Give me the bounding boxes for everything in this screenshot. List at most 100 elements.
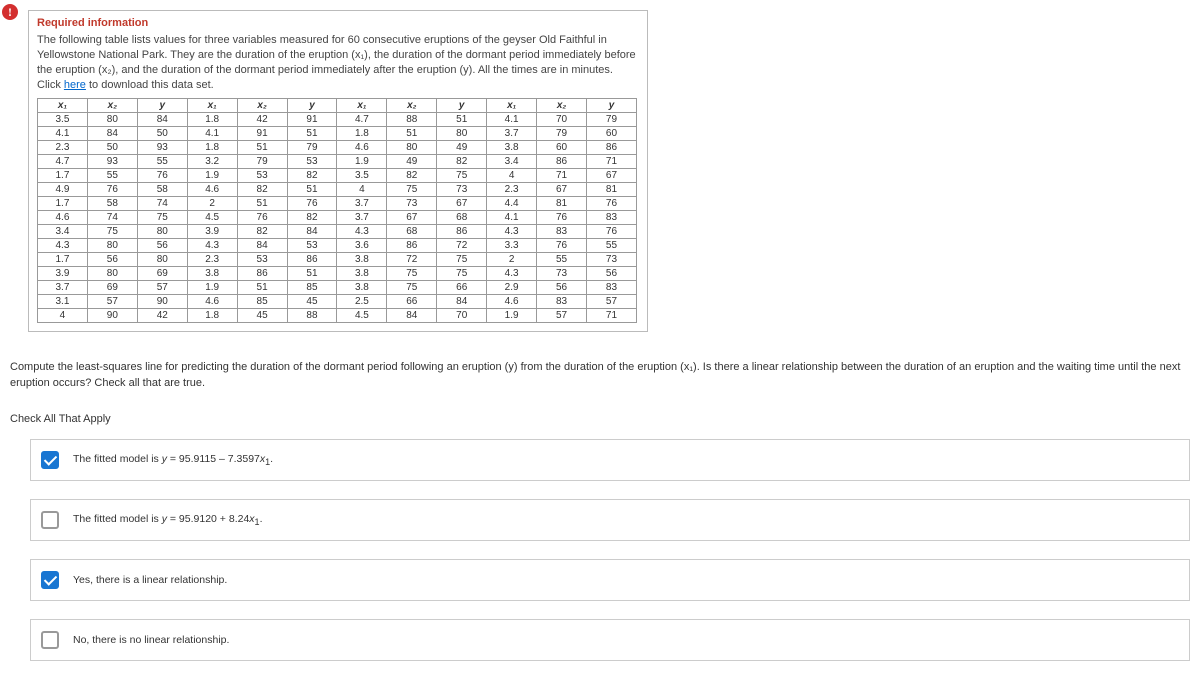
option-row-3[interactable]: No, there is no linear relationship.	[30, 619, 1190, 661]
cell: 88	[387, 113, 437, 127]
option-row-0[interactable]: The fitted model is y = 95.9115 – 7.3597…	[30, 439, 1190, 481]
checkbox[interactable]	[41, 631, 59, 649]
option-label: The fitted model is y = 95.9120 + 8.24x1…	[73, 513, 262, 527]
cell: 55	[537, 253, 587, 267]
table-row: 3.580841.842914.788514.17079	[38, 113, 637, 127]
cell: 86	[586, 141, 636, 155]
cell: 88	[287, 309, 337, 323]
cell: 4.1	[487, 113, 537, 127]
cell: 55	[586, 239, 636, 253]
intro-text: The following table lists values for thr…	[37, 33, 639, 92]
cell: 81	[537, 197, 587, 211]
cell: 3.4	[38, 225, 88, 239]
cell: 51	[287, 183, 337, 197]
cell: 80	[387, 141, 437, 155]
checkbox[interactable]	[41, 451, 59, 469]
cell: 76	[287, 197, 337, 211]
table-row: 4.793553.279531.949823.48671	[38, 155, 637, 169]
cell: 1.8	[337, 127, 387, 141]
cell: 57	[137, 281, 187, 295]
table-row: 4.380564.384533.686723.37655	[38, 239, 637, 253]
cell: 3.7	[337, 211, 387, 225]
cell: 84	[137, 113, 187, 127]
question-text: Compute the least-squares line for predi…	[10, 360, 1200, 391]
cell: 85	[237, 295, 287, 309]
cell: 82	[237, 183, 287, 197]
cell: 1.9	[187, 169, 237, 183]
cell: 76	[586, 225, 636, 239]
cell: 83	[586, 281, 636, 295]
cell: 3.6	[337, 239, 387, 253]
cell: 49	[437, 141, 487, 155]
download-link[interactable]: here	[64, 79, 86, 91]
cell: 70	[437, 309, 487, 323]
cell: 82	[287, 211, 337, 225]
cell: 51	[287, 127, 337, 141]
cell: 86	[437, 225, 487, 239]
cell: 67	[586, 169, 636, 183]
cell: 53	[287, 239, 337, 253]
table-row: 4.976584.68251475732.36781	[38, 183, 637, 197]
cell: 69	[137, 267, 187, 281]
cell: 83	[586, 211, 636, 225]
cell: 1.8	[187, 141, 237, 155]
cell: 3.8	[487, 141, 537, 155]
cell: 45	[237, 309, 287, 323]
checkbox[interactable]	[41, 511, 59, 529]
cell: 75	[437, 169, 487, 183]
col-header: y	[437, 99, 487, 113]
cell: 4.6	[487, 295, 537, 309]
cell: 84	[387, 309, 437, 323]
cell: 76	[237, 211, 287, 225]
cell: 3.9	[38, 267, 88, 281]
info-box: Required information The following table…	[28, 10, 648, 332]
cell: 2	[487, 253, 537, 267]
cell: 4.9	[38, 183, 88, 197]
cell: 76	[586, 197, 636, 211]
cell: 3.5	[337, 169, 387, 183]
cell: 79	[237, 155, 287, 169]
cell: 80	[437, 127, 487, 141]
col-header: x₂	[387, 99, 437, 113]
cell: 82	[237, 225, 287, 239]
col-header: x₂	[87, 99, 137, 113]
cell: 74	[137, 197, 187, 211]
cell: 4.6	[187, 295, 237, 309]
cell: 86	[537, 155, 587, 169]
checkbox[interactable]	[41, 571, 59, 589]
cell: 4	[38, 309, 88, 323]
cell: 73	[537, 267, 587, 281]
cell: 42	[237, 113, 287, 127]
cell: 45	[287, 295, 337, 309]
cell: 82	[437, 155, 487, 169]
cell: 3.9	[187, 225, 237, 239]
cell: 3.1	[38, 295, 88, 309]
cell: 68	[387, 225, 437, 239]
cell: 3.2	[187, 155, 237, 169]
cell: 55	[87, 169, 137, 183]
cell: 67	[537, 183, 587, 197]
cell: 4.7	[38, 155, 88, 169]
cell: 3.5	[38, 113, 88, 127]
table-row: 2.350931.851794.680493.86086	[38, 141, 637, 155]
cell: 79	[586, 113, 636, 127]
table-row: 3.157904.685452.566844.68357	[38, 295, 637, 309]
cell: 69	[87, 281, 137, 295]
cell: 53	[287, 155, 337, 169]
required-title: Required information	[37, 17, 639, 29]
cell: 72	[437, 239, 487, 253]
option-row-1[interactable]: The fitted model is y = 95.9120 + 8.24x1…	[30, 499, 1190, 541]
cell: 76	[537, 211, 587, 225]
cell: 4.6	[38, 211, 88, 225]
cell: 56	[87, 253, 137, 267]
cell: 71	[537, 169, 587, 183]
option-row-2[interactable]: Yes, there is a linear relationship.	[30, 559, 1190, 601]
col-header: x₁	[337, 99, 387, 113]
col-header: x₂	[237, 99, 287, 113]
cell: 76	[137, 169, 187, 183]
table-row: 490421.845884.584701.95771	[38, 309, 637, 323]
cell: 51	[437, 113, 487, 127]
cell: 2.9	[487, 281, 537, 295]
col-header: y	[586, 99, 636, 113]
cell: 80	[87, 267, 137, 281]
